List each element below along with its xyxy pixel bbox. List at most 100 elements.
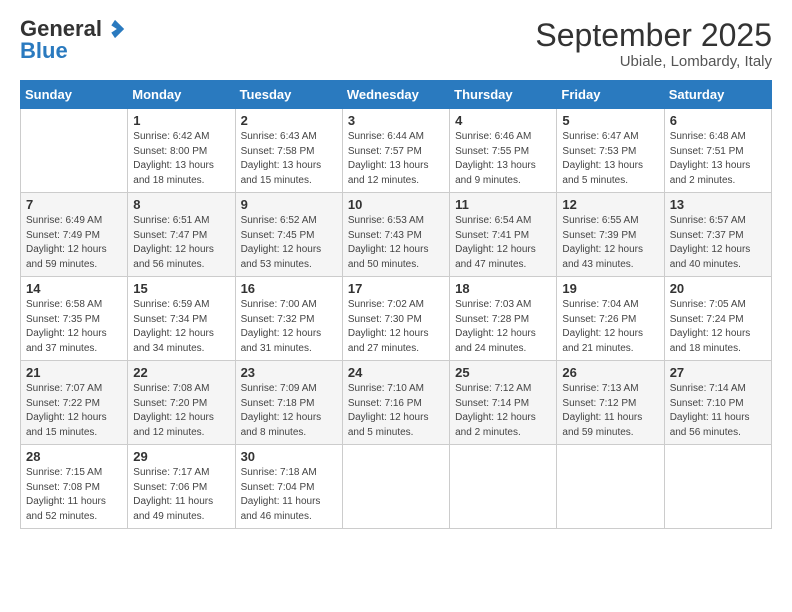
calendar-cell [557, 445, 664, 529]
day-info: Sunrise: 6:59 AM Sunset: 7:34 PM Dayligh… [133, 298, 229, 356]
calendar-header-cell: Friday [557, 81, 664, 109]
day-info: Sunrise: 6:51 AM Sunset: 7:47 PM Dayligh… [133, 214, 229, 272]
calendar-cell: 13 Sunrise: 6:57 AM Sunset: 7:37 PM Dayli… [664, 193, 771, 277]
calendar-week-row: 7 Sunrise: 6:49 AM Sunset: 7:49 PM Daylig… [21, 193, 772, 277]
calendar-cell: 11Sunrise: 6:54 AM Sunset: 7:41 PM Dayli… [450, 193, 557, 277]
day-info: Sunrise: 7:13 AM Sunset: 7:12 PM Dayligh… [562, 382, 658, 440]
calendar-cell: 29Sunrise: 7:17 AM Sunset: 7:06 PM Dayli… [128, 445, 235, 529]
day-info: Sunrise: 7:14 AM Sunset: 7:10 PM Dayligh… [670, 382, 766, 440]
calendar-cell: 4 Sunrise: 6:46 AM Sunset: 7:55 PM Daylig… [450, 109, 557, 193]
calendar-cell: 24 Sunrise: 7:10 AM Sunset: 7:16 PM Dayli… [342, 361, 449, 445]
day-info: Sunrise: 7:09 AM Sunset: 7:18 PM Dayligh… [241, 382, 337, 440]
day-number: 17 [348, 281, 444, 296]
day-number: 16 [241, 281, 337, 296]
calendar-cell [21, 109, 128, 193]
day-number: 14 [26, 281, 122, 296]
calendar-cell: 28 Sunrise: 7:15 AM Sunset: 7:08 PM Dayli… [21, 445, 128, 529]
day-info: Sunrise: 7:08 AM Sunset: 7:20 PM Dayligh… [133, 382, 229, 440]
calendar-cell: 18Sunrise: 7:03 AM Sunset: 7:28 PM Dayli… [450, 277, 557, 361]
calendar-cell [450, 445, 557, 529]
calendar-cell: 15 Sunrise: 6:59 AM Sunset: 7:34 PM Dayli… [128, 277, 235, 361]
calendar-cell: 8Sunrise: 6:51 AM Sunset: 7:47 PM Daylig… [128, 193, 235, 277]
calendar-body: 1Sunrise: 6:42 AM Sunset: 8:00 PM Daylig… [21, 109, 772, 529]
day-info: Sunrise: 7:17 AM Sunset: 7:06 PM Dayligh… [133, 466, 229, 524]
calendar-header-cell: Monday [128, 81, 235, 109]
day-number: 24 [348, 365, 444, 380]
calendar-cell: 22 Sunrise: 7:08 AM Sunset: 7:20 PM Dayli… [128, 361, 235, 445]
main-title: September 2025 [535, 18, 772, 53]
calendar-cell: 16 Sunrise: 7:00 AM Sunset: 7:32 PM Dayli… [235, 277, 342, 361]
day-number: 30 [241, 449, 337, 464]
day-info: Sunrise: 6:48 AM Sunset: 7:51 PM Dayligh… [670, 130, 766, 188]
calendar-week-row: 1Sunrise: 6:42 AM Sunset: 8:00 PM Daylig… [21, 109, 772, 193]
logo-general-text: General [20, 18, 102, 40]
day-info: Sunrise: 6:42 AM Sunset: 8:00 PM Dayligh… [133, 130, 229, 188]
calendar-cell: 6 Sunrise: 6:48 AM Sunset: 7:51 PM Daylig… [664, 109, 771, 193]
calendar-week-row: 28 Sunrise: 7:15 AM Sunset: 7:08 PM Dayli… [21, 445, 772, 529]
subtitle: Ubiale, Lombardy, Italy [535, 53, 772, 70]
day-info: Sunrise: 7:10 AM Sunset: 7:16 PM Dayligh… [348, 382, 444, 440]
title-block: September 2025 Ubiale, Lombardy, Italy [535, 18, 772, 70]
day-info: Sunrise: 7:12 AM Sunset: 7:14 PM Dayligh… [455, 382, 551, 440]
logo-icon [104, 18, 126, 40]
logo-blue-text: Blue [20, 38, 68, 63]
day-number: 7 [26, 197, 122, 212]
calendar-cell: 21 Sunrise: 7:07 AM Sunset: 7:22 PM Dayli… [21, 361, 128, 445]
calendar-cell: 23 Sunrise: 7:09 AM Sunset: 7:18 PM Dayli… [235, 361, 342, 445]
day-number: 12 [562, 197, 658, 212]
day-info: Sunrise: 6:49 AM Sunset: 7:49 PM Dayligh… [26, 214, 122, 272]
day-number: 28 [26, 449, 122, 464]
day-info: Sunrise: 6:58 AM Sunset: 7:35 PM Dayligh… [26, 298, 122, 356]
day-info: Sunrise: 6:57 AM Sunset: 7:37 PM Dayligh… [670, 214, 766, 272]
page: General Blue September 2025 Ubiale, Lomb… [0, 0, 792, 612]
day-number: 15 [133, 281, 229, 296]
calendar-cell: 14 Sunrise: 6:58 AM Sunset: 7:35 PM Dayli… [21, 277, 128, 361]
day-info: Sunrise: 6:43 AM Sunset: 7:58 PM Dayligh… [241, 130, 337, 188]
calendar-cell: 30Sunrise: 7:18 AM Sunset: 7:04 PM Dayli… [235, 445, 342, 529]
day-info: Sunrise: 7:07 AM Sunset: 7:22 PM Dayligh… [26, 382, 122, 440]
calendar-header-cell: Wednesday [342, 81, 449, 109]
calendar-cell: 19 Sunrise: 7:04 AM Sunset: 7:26 PM Dayli… [557, 277, 664, 361]
day-number: 9 [241, 197, 337, 212]
day-number: 6 [670, 113, 766, 128]
calendar-cell: 7 Sunrise: 6:49 AM Sunset: 7:49 PM Daylig… [21, 193, 128, 277]
calendar-cell: 27Sunrise: 7:14 AM Sunset: 7:10 PM Dayli… [664, 361, 771, 445]
day-info: Sunrise: 6:46 AM Sunset: 7:55 PM Dayligh… [455, 130, 551, 188]
day-info: Sunrise: 7:05 AM Sunset: 7:24 PM Dayligh… [670, 298, 766, 356]
calendar-header-row: SundayMondayTuesdayWednesdayThursdayFrid… [21, 81, 772, 109]
day-info: Sunrise: 7:15 AM Sunset: 7:08 PM Dayligh… [26, 466, 122, 524]
calendar-cell: 25Sunrise: 7:12 AM Sunset: 7:14 PM Dayli… [450, 361, 557, 445]
day-info: Sunrise: 7:00 AM Sunset: 7:32 PM Dayligh… [241, 298, 337, 356]
day-number: 2 [241, 113, 337, 128]
day-info: Sunrise: 6:52 AM Sunset: 7:45 PM Dayligh… [241, 214, 337, 272]
calendar-cell: 20 Sunrise: 7:05 AM Sunset: 7:24 PM Dayli… [664, 277, 771, 361]
day-number: 26 [562, 365, 658, 380]
calendar-cell: 9 Sunrise: 6:52 AM Sunset: 7:45 PM Daylig… [235, 193, 342, 277]
calendar-cell [342, 445, 449, 529]
day-number: 4 [455, 113, 551, 128]
calendar-cell: 26 Sunrise: 7:13 AM Sunset: 7:12 PM Dayli… [557, 361, 664, 445]
calendar-header-cell: Sunday [21, 81, 128, 109]
calendar-header-cell: Tuesday [235, 81, 342, 109]
calendar-cell: 17 Sunrise: 7:02 AM Sunset: 7:30 PM Dayli… [342, 277, 449, 361]
calendar-table: SundayMondayTuesdayWednesdayThursdayFrid… [20, 80, 772, 529]
day-info: Sunrise: 6:44 AM Sunset: 7:57 PM Dayligh… [348, 130, 444, 188]
day-number: 20 [670, 281, 766, 296]
calendar-cell: 2 Sunrise: 6:43 AM Sunset: 7:58 PM Daylig… [235, 109, 342, 193]
calendar-cell: 5Sunrise: 6:47 AM Sunset: 7:53 PM Daylig… [557, 109, 664, 193]
day-info: Sunrise: 7:04 AM Sunset: 7:26 PM Dayligh… [562, 298, 658, 356]
day-number: 21 [26, 365, 122, 380]
day-number: 3 [348, 113, 444, 128]
day-number: 13 [670, 197, 766, 212]
calendar-cell: 10Sunrise: 6:53 AM Sunset: 7:43 PM Dayli… [342, 193, 449, 277]
day-number: 19 [562, 281, 658, 296]
day-number: 22 [133, 365, 229, 380]
day-number: 5 [562, 113, 658, 128]
day-info: Sunrise: 7:02 AM Sunset: 7:30 PM Dayligh… [348, 298, 444, 356]
calendar-header-cell: Thursday [450, 81, 557, 109]
calendar-week-row: 14 Sunrise: 6:58 AM Sunset: 7:35 PM Dayli… [21, 277, 772, 361]
header: General Blue September 2025 Ubiale, Lomb… [20, 18, 772, 70]
day-number: 23 [241, 365, 337, 380]
calendar-cell: 12Sunrise: 6:55 AM Sunset: 7:39 PM Dayli… [557, 193, 664, 277]
day-info: Sunrise: 6:54 AM Sunset: 7:41 PM Dayligh… [455, 214, 551, 272]
